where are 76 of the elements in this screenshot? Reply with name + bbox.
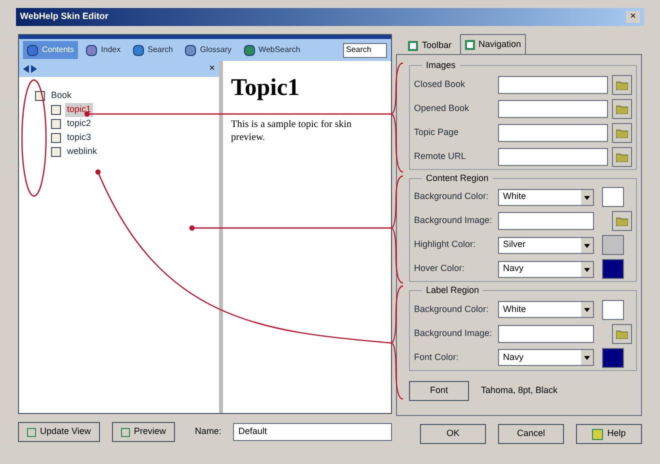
color-swatch[interactable]: [602, 300, 624, 320]
browse-button[interactable]: [612, 122, 632, 142]
field-label: Closed Book: [414, 78, 466, 91]
color-swatch[interactable]: [602, 259, 624, 279]
tree-item[interactable]: weblink: [65, 145, 100, 159]
field-label: Font Color:: [414, 350, 460, 364]
tab-icon: [244, 44, 255, 56]
folder-icon: [616, 104, 628, 114]
path-field[interactable]: [498, 148, 608, 166]
help-button[interactable]: Help: [576, 424, 642, 444]
tree-item[interactable]: topic2: [65, 117, 94, 131]
tab-icon: [132, 44, 144, 56]
browse-button[interactable]: [612, 98, 632, 118]
folder-icon: [616, 152, 628, 162]
update-view-button[interactable]: Update View: [18, 422, 100, 442]
path-field[interactable]: [498, 324, 594, 342]
field-label: Topic Page: [414, 126, 460, 139]
color-swatch[interactable]: [602, 235, 624, 255]
font-button[interactable]: Font: [409, 380, 469, 400]
field-label: Opened Book: [414, 102, 470, 115]
color-dropdown[interactable]: Navy: [498, 260, 594, 278]
help-icon: [592, 428, 604, 440]
preview-button[interactable]: Preview: [112, 422, 175, 442]
tab-icon: [27, 44, 38, 56]
nav-tab[interactable]: Index: [82, 41, 125, 59]
field-label: Hover Color:: [414, 262, 466, 276]
field-label: Remote URL: [414, 150, 468, 163]
browse-button[interactable]: [612, 74, 632, 94]
tree-item[interactable]: Book: [49, 89, 74, 103]
folder-icon: [616, 216, 628, 226]
back-forward-icon[interactable]: [23, 65, 37, 73]
settings-tab[interactable]: Toolbar: [404, 37, 456, 54]
font-value: Tahoma, 8pt, Black: [481, 384, 558, 397]
nav-tab[interactable]: WebSearch: [240, 41, 304, 59]
tab-icon: [464, 40, 475, 50]
folder-icon: [616, 128, 628, 138]
name-field[interactable]: Default: [233, 423, 392, 441]
path-field[interactable]: [498, 100, 608, 118]
color-dropdown[interactable]: Navy: [498, 349, 594, 366]
tree-item[interactable]: topic3: [65, 131, 94, 145]
field-label: Background Image:: [414, 326, 494, 340]
tree-item[interactable]: topic1: [65, 103, 94, 117]
pane-close-button[interactable]: ×: [209, 64, 215, 74]
tab-icon: [86, 44, 98, 56]
field-label: Background Color:: [414, 190, 490, 204]
color-dropdown[interactable]: White: [498, 301, 594, 318]
field-label: Highlight Color:: [414, 238, 477, 252]
cancel-button[interactable]: Cancel: [498, 424, 564, 444]
title-bar: WebHelp Skin Editor ×: [16, 8, 644, 26]
color-dropdown[interactable]: Silver: [498, 236, 594, 254]
close-button[interactable]: ×: [626, 11, 640, 23]
color-swatch[interactable]: [602, 348, 624, 368]
nav-tab[interactable]: Glossary: [180, 41, 236, 59]
path-field[interactable]: [498, 212, 594, 230]
browse-button[interactable]: [612, 211, 632, 231]
folder-icon: [616, 328, 628, 338]
color-swatch[interactable]: [602, 187, 624, 207]
group-title: Content Region: [425, 172, 490, 185]
topic-body: This is a sample topic for skin preview.: [231, 119, 353, 144]
nav-tab[interactable]: Search: [128, 41, 177, 59]
search-field[interactable]: Search: [343, 42, 387, 58]
ok-button[interactable]: OK: [420, 424, 486, 444]
folder-icon: [616, 80, 628, 90]
path-field[interactable]: [498, 124, 608, 142]
name-label: Name:: [194, 425, 222, 438]
group-title: Label Region: [425, 284, 480, 297]
field-label: Background Color:: [414, 302, 490, 316]
topic-heading: Topic1: [231, 74, 300, 103]
settings-tab[interactable]: Navigation: [460, 34, 526, 54]
tab-icon: [184, 44, 196, 56]
color-dropdown[interactable]: White: [498, 188, 594, 206]
browse-button[interactable]: [612, 146, 632, 166]
tab-icon: [408, 40, 418, 50]
field-label: Background Image:: [414, 214, 494, 228]
path-field[interactable]: [498, 76, 608, 94]
group-title: Images: [425, 59, 457, 72]
